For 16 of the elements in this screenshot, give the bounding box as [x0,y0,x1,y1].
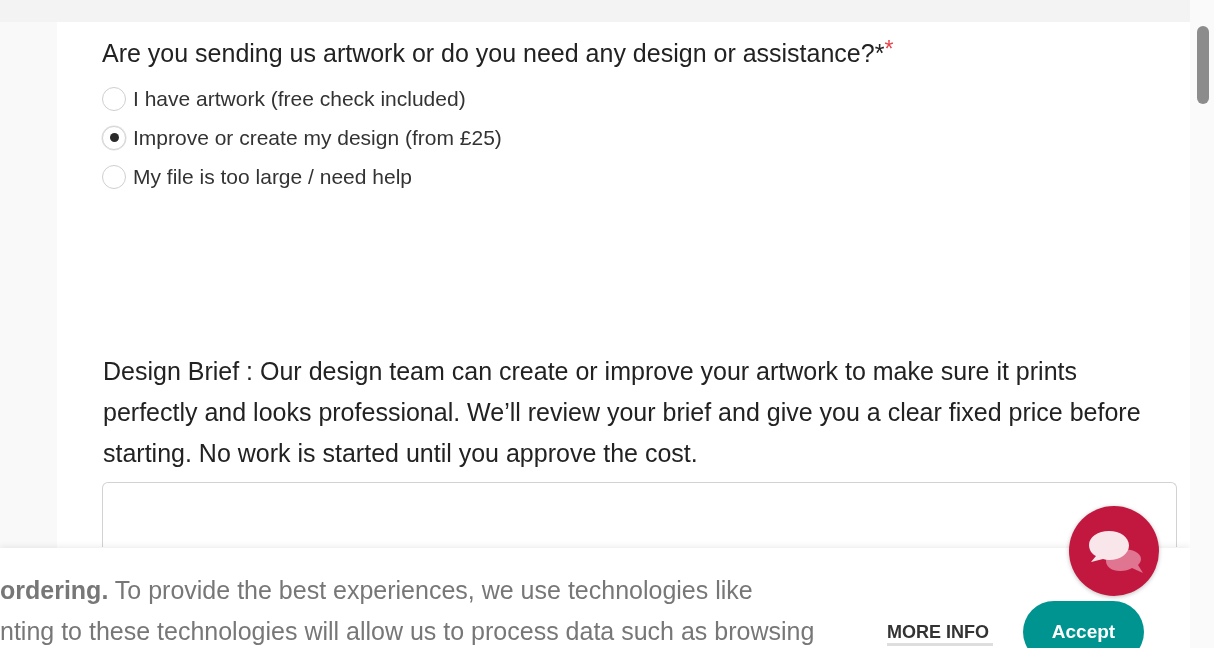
radio-button[interactable] [102,86,126,111]
radio-button[interactable] [102,164,126,189]
chat-bubbles-icon [1088,531,1143,573]
radio-button[interactable] [102,125,126,150]
option-label[interactable]: Improve or create my design (from £25) [133,125,502,150]
option-label[interactable]: I have artwork (free check included) [133,86,466,111]
more-info-link[interactable]: MORE INFO [887,621,993,646]
question-label: Are you sending us artwork or do you need any design or assistance?* [102,39,885,67]
option-label[interactable]: My file is too large / need help [133,164,412,189]
cookie-text: ordering. To provide the best experiences, we use technologies like nting to these technologies will allow us to process data such as browsing [0,575,816,647]
design-brief-text: Design Brief : Our design team can create or improve your artwork to make sure it prints perfectly and looks professional. We’ll review your brief and give you a clear fixed price before starting. No work is started until you approve the cost. [103,356,1142,469]
scrollbar-thumb[interactable] [1197,26,1209,104]
scrollbar-track[interactable] [1190,0,1214,648]
required-mark: * [884,36,894,62]
accept-button[interactable]: Accept [1023,601,1144,648]
design-brief-field[interactable] [102,482,1177,547]
